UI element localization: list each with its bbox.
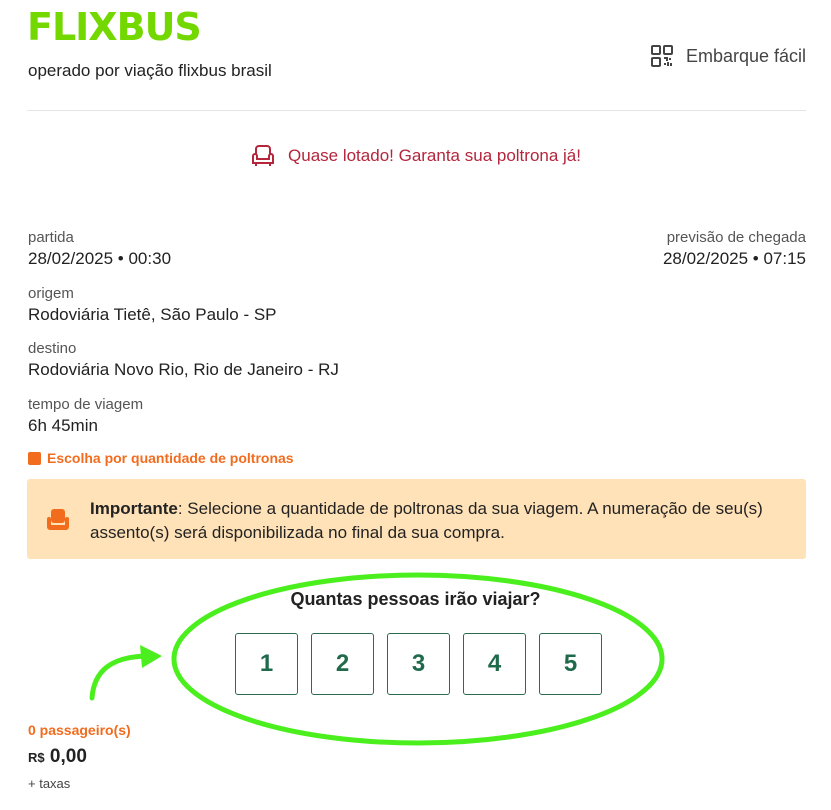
quantity-option-4[interactable]: 4: [463, 633, 526, 695]
choose-by-quantity-label: Escolha por quantidade de poltronas: [47, 450, 294, 466]
flixbus-logo[interactable]: FLIXBUS: [27, 8, 202, 46]
seat-icon: [47, 509, 69, 530]
availability-alert: Quase lotado! Garanta sua poltrona já!: [0, 143, 831, 169]
arrow-icon: [89, 653, 153, 701]
alert-text: Quase lotado! Garanta sua poltrona já!: [288, 146, 581, 165]
operator-text: operado por viação flixbus brasil: [28, 61, 272, 80]
arrow-head: [140, 645, 162, 668]
quantity-selector: 1 2 3 4 5: [235, 633, 602, 695]
seat-icon: [252, 145, 275, 166]
price-amount: 0,00: [49, 746, 87, 767]
important-info-box: Importante: Selecione a quantidade de po…: [27, 479, 806, 559]
embarque-facil-link[interactable]: Embarque fácil: [650, 44, 806, 68]
seat-icon: [28, 451, 41, 465]
quantity-option-5[interactable]: 5: [539, 633, 602, 695]
total-price: R$ 0,00: [28, 746, 87, 768]
currency-symbol: R$: [28, 750, 45, 765]
header: FLIXBUS operado por viação flixbus brasi…: [0, 0, 831, 112]
departure-label: partida: [28, 229, 74, 246]
origin-value: Rodoviária Tietê, São Paulo - SP: [28, 305, 277, 324]
important-info-text: Importante: Selecione a quantidade de po…: [90, 497, 790, 545]
origin-label: origem: [28, 285, 74, 302]
destination-value: Rodoviária Novo Rio, Rio de Janeiro - RJ: [28, 360, 339, 379]
departure-value: 28/02/2025 • 00:30: [28, 249, 172, 268]
header-divider: [27, 110, 806, 111]
arrival-label: previsão de chegada: [666, 229, 806, 246]
qr-code-icon: [650, 45, 673, 67]
choose-by-quantity-link[interactable]: Escolha por quantidade de poltronas: [28, 450, 294, 466]
quantity-option-3[interactable]: 3: [387, 633, 450, 695]
important-label: Importante: [90, 499, 178, 518]
quantity-option-1[interactable]: 1: [235, 633, 298, 695]
embarque-facil-label: Embarque fácil: [685, 45, 806, 66]
duration-label: tempo de viagem: [28, 396, 144, 413]
important-message: : Selecione a quantidade de poltronas da…: [90, 499, 763, 542]
quantity-option-2[interactable]: 2: [311, 633, 374, 695]
duration-value: 6h 45min: [28, 416, 98, 435]
passenger-question: Quantas pessoas irão viajar?: [290, 589, 541, 609]
arrival-value: 28/02/2025 • 07:15: [662, 249, 806, 268]
taxes-note: + taxas: [28, 776, 71, 791]
destination-label: destino: [28, 340, 77, 357]
passenger-count: 0 passageiro(s): [28, 722, 131, 738]
